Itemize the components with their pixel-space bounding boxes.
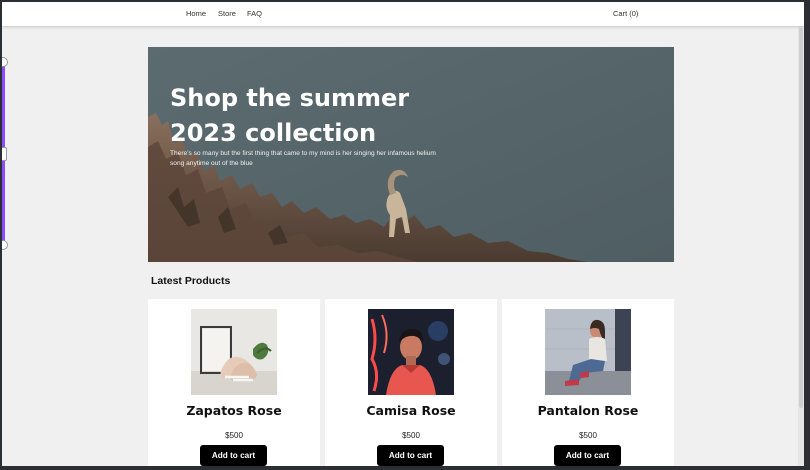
woman-jeans-photo — [545, 309, 631, 395]
resize-handle-middle[interactable] — [2, 147, 7, 161]
product-price: $500 — [225, 431, 243, 440]
add-to-cart-button[interactable]: Add to cart — [200, 445, 267, 466]
scrollbar[interactable] — [798, 2, 804, 466]
add-to-cart-button[interactable]: Add to cart — [554, 445, 621, 466]
nav-faq-link[interactable]: FAQ — [247, 9, 262, 18]
product-image[interactable] — [191, 309, 277, 395]
product-image[interactable] — [368, 309, 454, 395]
sneakers-photo — [191, 309, 277, 395]
product-name[interactable]: Pantalon Rose — [502, 403, 674, 418]
product-price: $500 — [579, 431, 597, 440]
product-card: Pantalon Rose $500 Add to cart — [502, 299, 674, 466]
hero-banner: Shop the summer 2023 collection There's … — [148, 47, 674, 262]
latest-products-heading: Latest Products — [151, 275, 231, 287]
top-navbar: Home Store FAQ Cart (0) — [2, 2, 804, 26]
hero-subtitle: There's so many but the first thing that… — [170, 150, 436, 167]
browser-viewport: Home Store FAQ Cart (0) Shop the summer … — [2, 2, 804, 466]
nav-home-link[interactable]: Home — [186, 9, 206, 18]
product-name[interactable]: Zapatos Rose — [148, 403, 320, 418]
man-neon-shirt-photo — [368, 309, 454, 395]
hero-title: Shop the summer 2023 collection — [170, 84, 410, 147]
product-card: Zapatos Rose $500 Add to cart — [148, 299, 320, 466]
product-card: Camisa Rose $500 Add to cart — [325, 299, 497, 466]
resize-handle-top[interactable] — [2, 57, 8, 67]
product-image[interactable] — [545, 309, 631, 395]
product-price: $500 — [402, 431, 420, 440]
product-name[interactable]: Camisa Rose — [325, 403, 497, 418]
resize-handle-bottom[interactable] — [2, 240, 8, 250]
add-to-cart-button[interactable]: Add to cart — [377, 445, 444, 466]
scrollbar-thumb[interactable] — [799, 28, 803, 408]
cart-link[interactable]: Cart (0) — [613, 9, 638, 18]
nav-store-link[interactable]: Store — [218, 9, 236, 18]
